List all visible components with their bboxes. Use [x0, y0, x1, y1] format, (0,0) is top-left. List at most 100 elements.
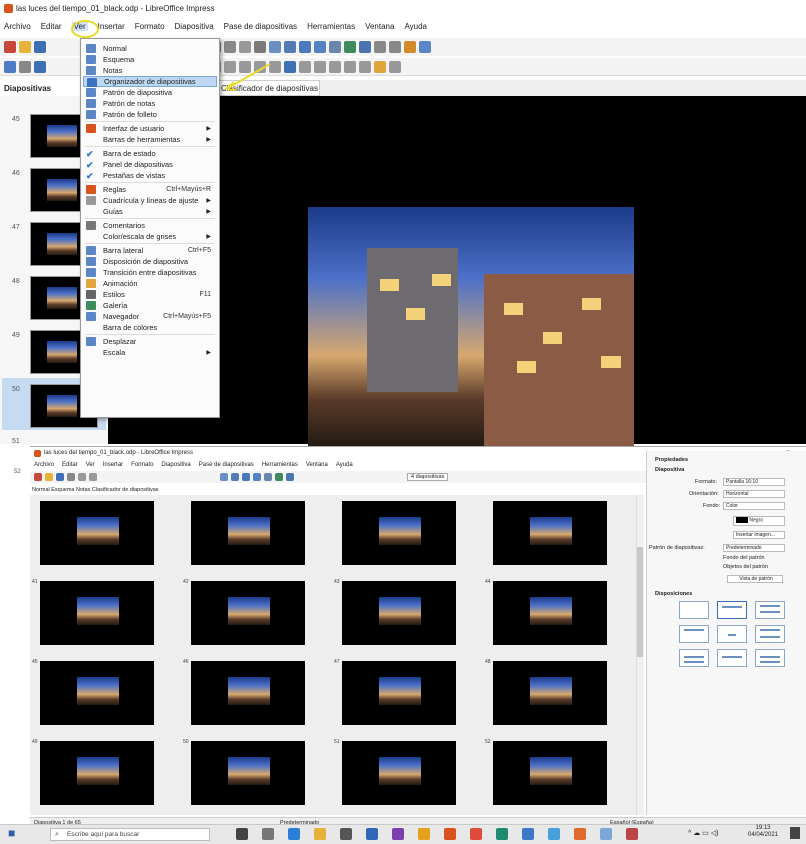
menu-insertar[interactable]: Insertar: [103, 462, 123, 468]
menu-item-reglas[interactable]: Reglas Ctrl+Mayús+R: [83, 184, 217, 195]
chart-icon[interactable]: [359, 41, 371, 53]
insert-image-button[interactable]: Insertar imagen...: [733, 531, 785, 539]
select-icon[interactable]: [4, 60, 16, 73]
writer-taskbar-icon[interactable]: [548, 828, 560, 840]
menu-item-interfaz-de-usuario[interactable]: Interfaz de usuario ▶: [83, 123, 217, 134]
menu-pase[interactable]: Pase de diapositivas: [199, 462, 254, 468]
slideshow-icon[interactable]: [253, 473, 261, 481]
sorter-slide[interactable]: [191, 741, 305, 805]
bottom-view-tabs[interactable]: Normal Esquema Notas Clasificador de dia…: [30, 485, 636, 495]
master-obj-checkbox[interactable]: Objetos del patrón: [723, 564, 768, 570]
menu-item-estilos[interactable]: Estilos F11: [83, 289, 217, 300]
menu-ayuda[interactable]: Ayuda: [404, 22, 427, 31]
slide-icon[interactable]: [284, 41, 296, 53]
menu-item-barra-lateral[interactable]: Barra lateral Ctrl+F5: [83, 245, 217, 256]
app-icon-12[interactable]: [522, 828, 534, 840]
menu-item-desplazar[interactable]: Desplazar: [83, 336, 217, 347]
notifications-icon[interactable]: [790, 827, 800, 839]
windows-start-icon[interactable]: ■: [8, 826, 15, 840]
new-slide-icon[interactable]: [242, 473, 250, 481]
impress-taskbar-icon[interactable]: [574, 828, 586, 840]
print-icon[interactable]: [67, 473, 75, 481]
copy-icon[interactable]: [89, 473, 97, 481]
menu-item-color-escala-de-grises[interactable]: Color/escala de grises ▶: [83, 231, 217, 242]
image-icon[interactable]: [344, 41, 356, 53]
sorter-slide[interactable]: [342, 581, 456, 645]
menu-item-notas[interactable]: Notas: [83, 65, 217, 76]
menu-archivo[interactable]: Archivo: [4, 22, 31, 31]
find-icon[interactable]: [239, 41, 251, 53]
redo-icon[interactable]: [224, 41, 236, 53]
menu-diapositiva[interactable]: Diapositiva: [175, 22, 214, 31]
menu-item-barra-de-estado[interactable]: ✔ Barra de estado: [83, 148, 217, 159]
sorter-slide[interactable]: [342, 741, 456, 805]
filter-icon[interactable]: [374, 60, 386, 73]
new-icon[interactable]: [4, 41, 16, 53]
clock[interactable]: 19:13 04/04/2021: [748, 825, 778, 839]
menu-diapositiva[interactable]: Diapositiva: [161, 462, 190, 468]
sorter-slide[interactable]: [493, 741, 607, 805]
layout-title-content[interactable]: [755, 601, 785, 619]
textbox-icon[interactable]: [374, 41, 386, 53]
sorter-slide[interactable]: [342, 501, 456, 565]
sorter-slide[interactable]: [40, 501, 154, 565]
transform-icon[interactable]: [299, 60, 311, 73]
menu-ventana[interactable]: Ventana: [365, 22, 394, 31]
fontwork-icon[interactable]: [404, 41, 416, 53]
menu-insertar[interactable]: Insertar: [98, 22, 125, 31]
master-select[interactable]: Predeterminado: [723, 544, 785, 552]
chart-icon[interactable]: [286, 473, 294, 481]
align-icon[interactable]: [314, 60, 326, 73]
menu-editar[interactable]: Editar: [41, 22, 62, 31]
layout-title-2content[interactable]: [679, 625, 709, 643]
edge-icon[interactable]: [288, 828, 300, 840]
zoom-icon[interactable]: [419, 41, 431, 53]
color-select[interactable]: Negro: [733, 516, 785, 526]
menu-item-disposición-de-diapositiva[interactable]: Disposición de diapositiva: [83, 256, 217, 267]
layout-title[interactable]: [717, 601, 747, 619]
menu-editar[interactable]: Editar: [62, 462, 78, 468]
menu-item-barra-de-colores[interactable]: Barra de colores: [83, 322, 217, 333]
tray-icons[interactable]: ^ ☁ ▭ ◁): [688, 829, 718, 837]
menu-ver[interactable]: Ver: [86, 462, 95, 468]
slide-icon[interactable]: [231, 473, 239, 481]
libreoffice-taskbar-icon[interactable]: [444, 828, 456, 840]
menu-item-barras-de-herramientas[interactable]: Barras de herramientas ▶: [83, 134, 217, 145]
app-icon-16[interactable]: [626, 828, 638, 840]
spelling-icon[interactable]: [254, 41, 266, 53]
taskbar-search-input[interactable]: ⌕ Escribe aquí para buscar: [50, 828, 210, 841]
shadow-icon[interactable]: [344, 60, 356, 73]
chrome-icon[interactable]: [470, 828, 482, 840]
menu-item-cuadrícula-y-líneas-de-ajuste[interactable]: Cuadrícula y líneas de ajuste ▶: [83, 195, 217, 206]
menu-item-animación[interactable]: Animación: [83, 278, 217, 289]
arrange-icon[interactable]: [329, 60, 341, 73]
sorter-slide[interactable]: [191, 581, 305, 645]
menu-item-navegador[interactable]: Navegador Ctrl+Mayús+F5: [83, 311, 217, 322]
menu-pase[interactable]: Pase de diapositivas: [224, 22, 297, 31]
slideshow-icon[interactable]: [314, 41, 326, 53]
grid-view-icon[interactable]: [220, 473, 228, 481]
mail-icon[interactable]: [366, 828, 378, 840]
crop-icon[interactable]: [359, 60, 371, 73]
menu-ayuda[interactable]: Ayuda: [336, 462, 353, 468]
open-icon[interactable]: [19, 41, 31, 53]
menu-item-comentarios[interactable]: Comentarios: [83, 220, 217, 231]
cut-icon[interactable]: [78, 473, 86, 481]
app-icon-8[interactable]: [418, 828, 430, 840]
task-view-icon[interactable]: [236, 828, 248, 840]
menu-item-galería[interactable]: Galería: [83, 300, 217, 311]
line-color-icon[interactable]: [34, 60, 46, 73]
sorter-slide[interactable]: [342, 661, 456, 725]
app-icon-15[interactable]: [600, 828, 612, 840]
menu-item-panel-de-diapositivas[interactable]: ✔ Panel de diapositivas: [83, 159, 217, 170]
menu-archivo[interactable]: Archivo: [34, 462, 54, 468]
menu-item-patrón-de-diapositiva[interactable]: Patrón de diapositiva: [83, 87, 217, 98]
menu-item-patrón-de-folleto[interactable]: Patrón de folleto: [83, 109, 217, 120]
image-icon[interactable]: [275, 473, 283, 481]
layout-5[interactable]: [717, 649, 747, 667]
menu-item-organizador-de-diapositivas[interactable]: Organizador de diapositivas: [83, 76, 217, 87]
layout-6[interactable]: [755, 649, 785, 667]
table-icon[interactable]: [264, 473, 272, 481]
menu-item-normal[interactable]: Normal: [83, 43, 217, 54]
master-bg-checkbox[interactable]: Fondo del patrón: [723, 555, 765, 561]
